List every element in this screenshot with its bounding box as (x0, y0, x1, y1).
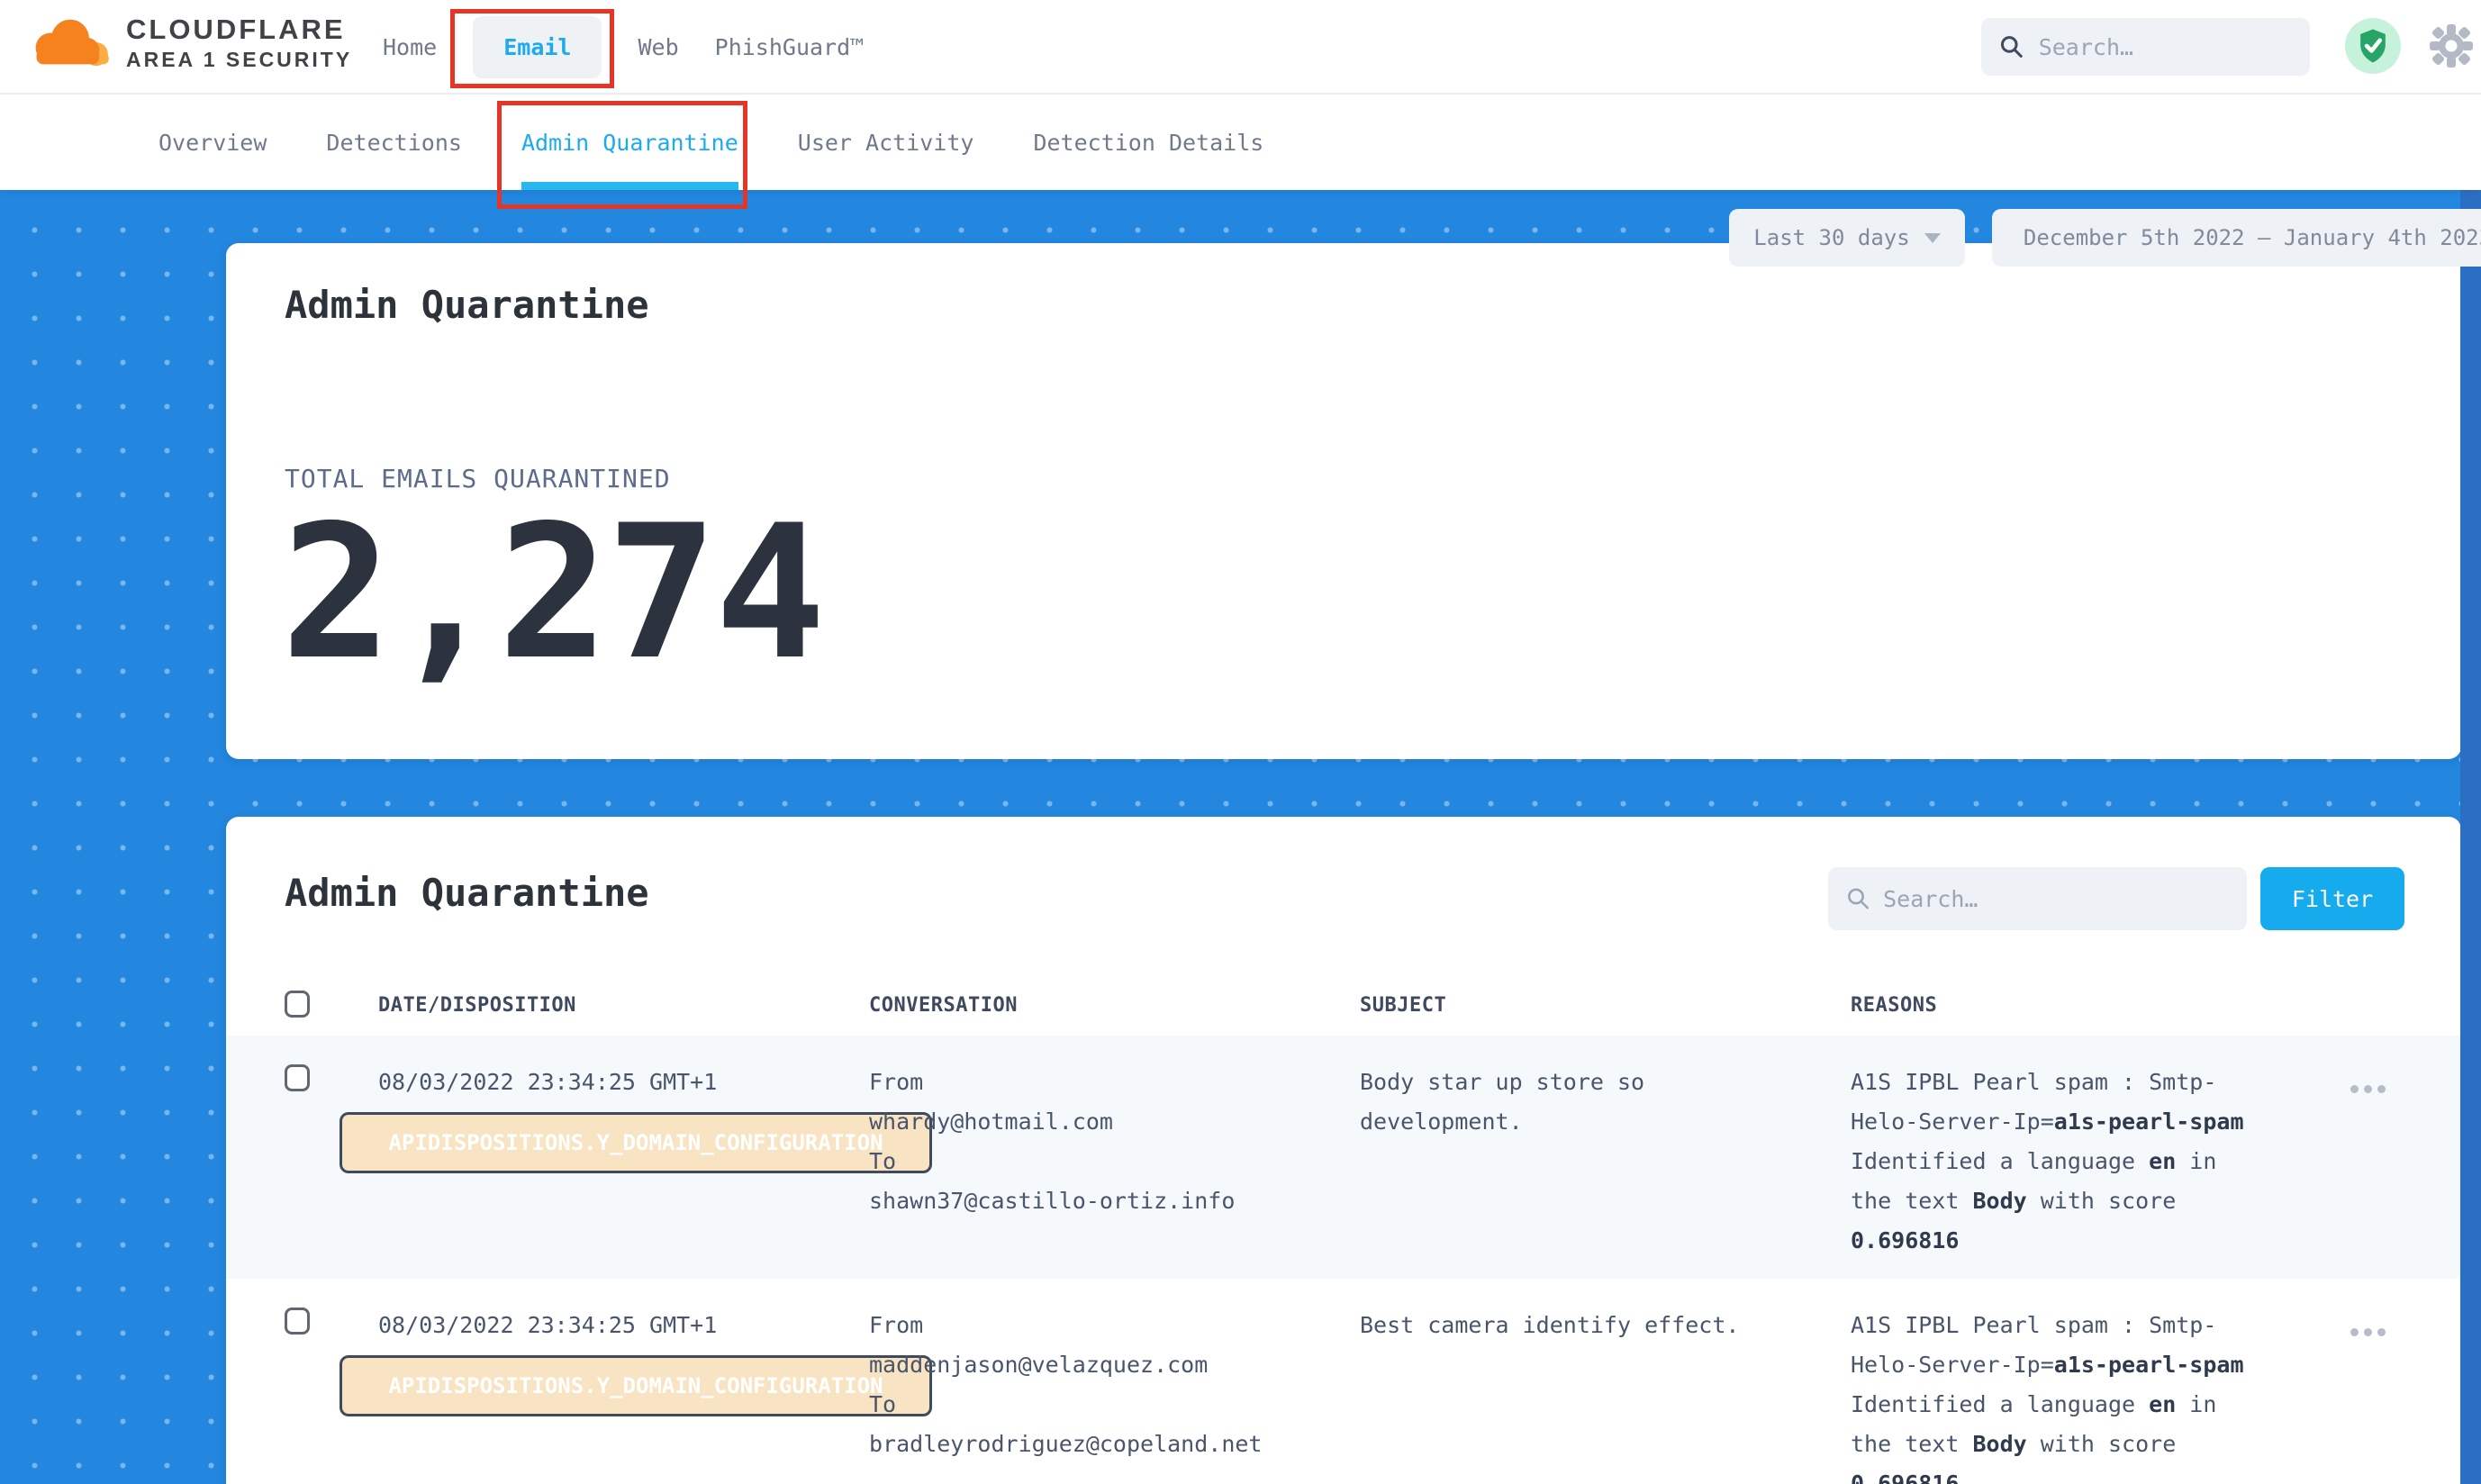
security-status-badge[interactable] (2345, 18, 2401, 74)
email-subnav: Overview Detections Admin Quarantine Use… (0, 95, 2481, 190)
table-card-title: Admin Quarantine (285, 871, 649, 915)
from-address[interactable]: whardy@hotmail.com (869, 1108, 1113, 1135)
global-search-input[interactable] (2039, 34, 2292, 60)
top-header: CLOUDFLARE AREA 1 SECURITY Home Email We… (0, 0, 2481, 95)
global-search[interactable] (1981, 18, 2310, 76)
tab-overview[interactable]: Overview (158, 95, 267, 190)
table-row: 08/03/2022 23:34:25 GMT+1 APIDISPOSITION… (226, 1279, 2461, 1484)
cell-date: 08/03/2022 23:34:25 GMT+1 (378, 1063, 717, 1102)
table-search[interactable] (1828, 867, 2247, 930)
settings-gear-icon[interactable] (2426, 21, 2476, 75)
active-tab-indicator (521, 182, 738, 190)
quarantine-table-card: Admin Quarantine Filter DATE/DISPOSITION… (226, 817, 2461, 1484)
cell-conversation: From maddenjason@velazquez.com To bradle… (869, 1306, 1346, 1464)
column-header-date: DATE/DISPOSITION (378, 994, 576, 1017)
tab-user-activity[interactable]: User Activity (798, 95, 974, 190)
more-actions-icon[interactable] (2350, 1085, 2386, 1093)
nav-item-email[interactable]: Email (473, 16, 602, 78)
tab-detections[interactable]: Detections (326, 95, 462, 190)
disposition-badge: APIDISPOSITIONS.Y_DOMAIN_CONFIGURATION (340, 1112, 932, 1173)
shield-check-icon (2356, 28, 2390, 64)
summary-card-title: Admin Quarantine (285, 283, 649, 327)
nav-item-home[interactable]: Home (383, 34, 437, 60)
cell-subject: Best camera identify effect. (1360, 1306, 1783, 1345)
row-checkbox[interactable] (285, 1308, 310, 1335)
cell-reasons: A1S IPBL Pearl spam : Smtp- Helo-Server-… (1851, 1063, 2319, 1261)
brand-subtitle: AREA 1 SECURITY (126, 48, 352, 72)
more-actions-icon[interactable] (2350, 1328, 2386, 1336)
main-content: Admin Quarantine TOTAL EMAILS QUARANTINE… (0, 190, 2481, 1484)
select-all-checkbox[interactable] (285, 991, 310, 1018)
row-checkbox[interactable] (285, 1064, 310, 1091)
quarantine-summary-card: Admin Quarantine TOTAL EMAILS QUARANTINE… (226, 243, 2461, 759)
cell-date: 08/03/2022 23:34:25 GMT+1 (378, 1306, 717, 1345)
top-nav: Home Email Web PhishGuard™ (383, 0, 864, 95)
cell-subject: Body star up store so development. (1360, 1063, 1783, 1142)
column-header-conversation: CONVERSATION (869, 994, 1018, 1017)
brand-logo[interactable]: CLOUDFLARE AREA 1 SECURITY (27, 13, 352, 72)
from-address[interactable]: maddenjason@velazquez.com (869, 1352, 1208, 1378)
search-icon (1999, 32, 2024, 61)
chevron-down-icon (1924, 233, 1941, 243)
cell-conversation: From whardy@hotmail.com To shawn37@casti… (869, 1063, 1346, 1221)
filter-button[interactable]: Filter (2260, 867, 2404, 930)
to-address[interactable]: bradleyrodriguez@copeland.net (869, 1431, 1263, 1457)
date-range-picker[interactable]: December 5th 2022 — January 4th 2023 (1992, 209, 2481, 267)
cell-reasons: A1S IPBL Pearl spam : Smtp- Helo-Server-… (1851, 1306, 2319, 1484)
tab-detection-details[interactable]: Detection Details (1033, 95, 1263, 190)
cloudflare-cloud-icon (27, 13, 113, 72)
table-header-row: DATE/DISPOSITION CONVERSATION SUBJECT RE… (226, 982, 2461, 1036)
nav-item-phishguard[interactable]: PhishGuard™ (715, 34, 865, 60)
nav-item-web[interactable]: Web (638, 34, 678, 60)
column-header-subject: SUBJECT (1360, 994, 1446, 1017)
search-icon (1846, 885, 1870, 912)
metric-value: 2,274 (281, 486, 823, 701)
tab-admin-quarantine[interactable]: Admin Quarantine (521, 95, 738, 190)
to-address[interactable]: shawn37@castillo-ortiz.info (869, 1188, 1235, 1214)
scrollbar[interactable] (2460, 190, 2481, 1484)
brand-name: CLOUDFLARE (126, 14, 352, 46)
table-search-input[interactable] (1883, 886, 2229, 912)
time-range-dropdown[interactable]: Last 30 days (1729, 209, 1965, 267)
disposition-badge: APIDISPOSITIONS.Y_DOMAIN_CONFIGURATION (340, 1355, 932, 1416)
table-row: 08/03/2022 23:34:25 GMT+1 APIDISPOSITION… (226, 1036, 2461, 1279)
column-header-reasons: REASONS (1851, 994, 1937, 1017)
